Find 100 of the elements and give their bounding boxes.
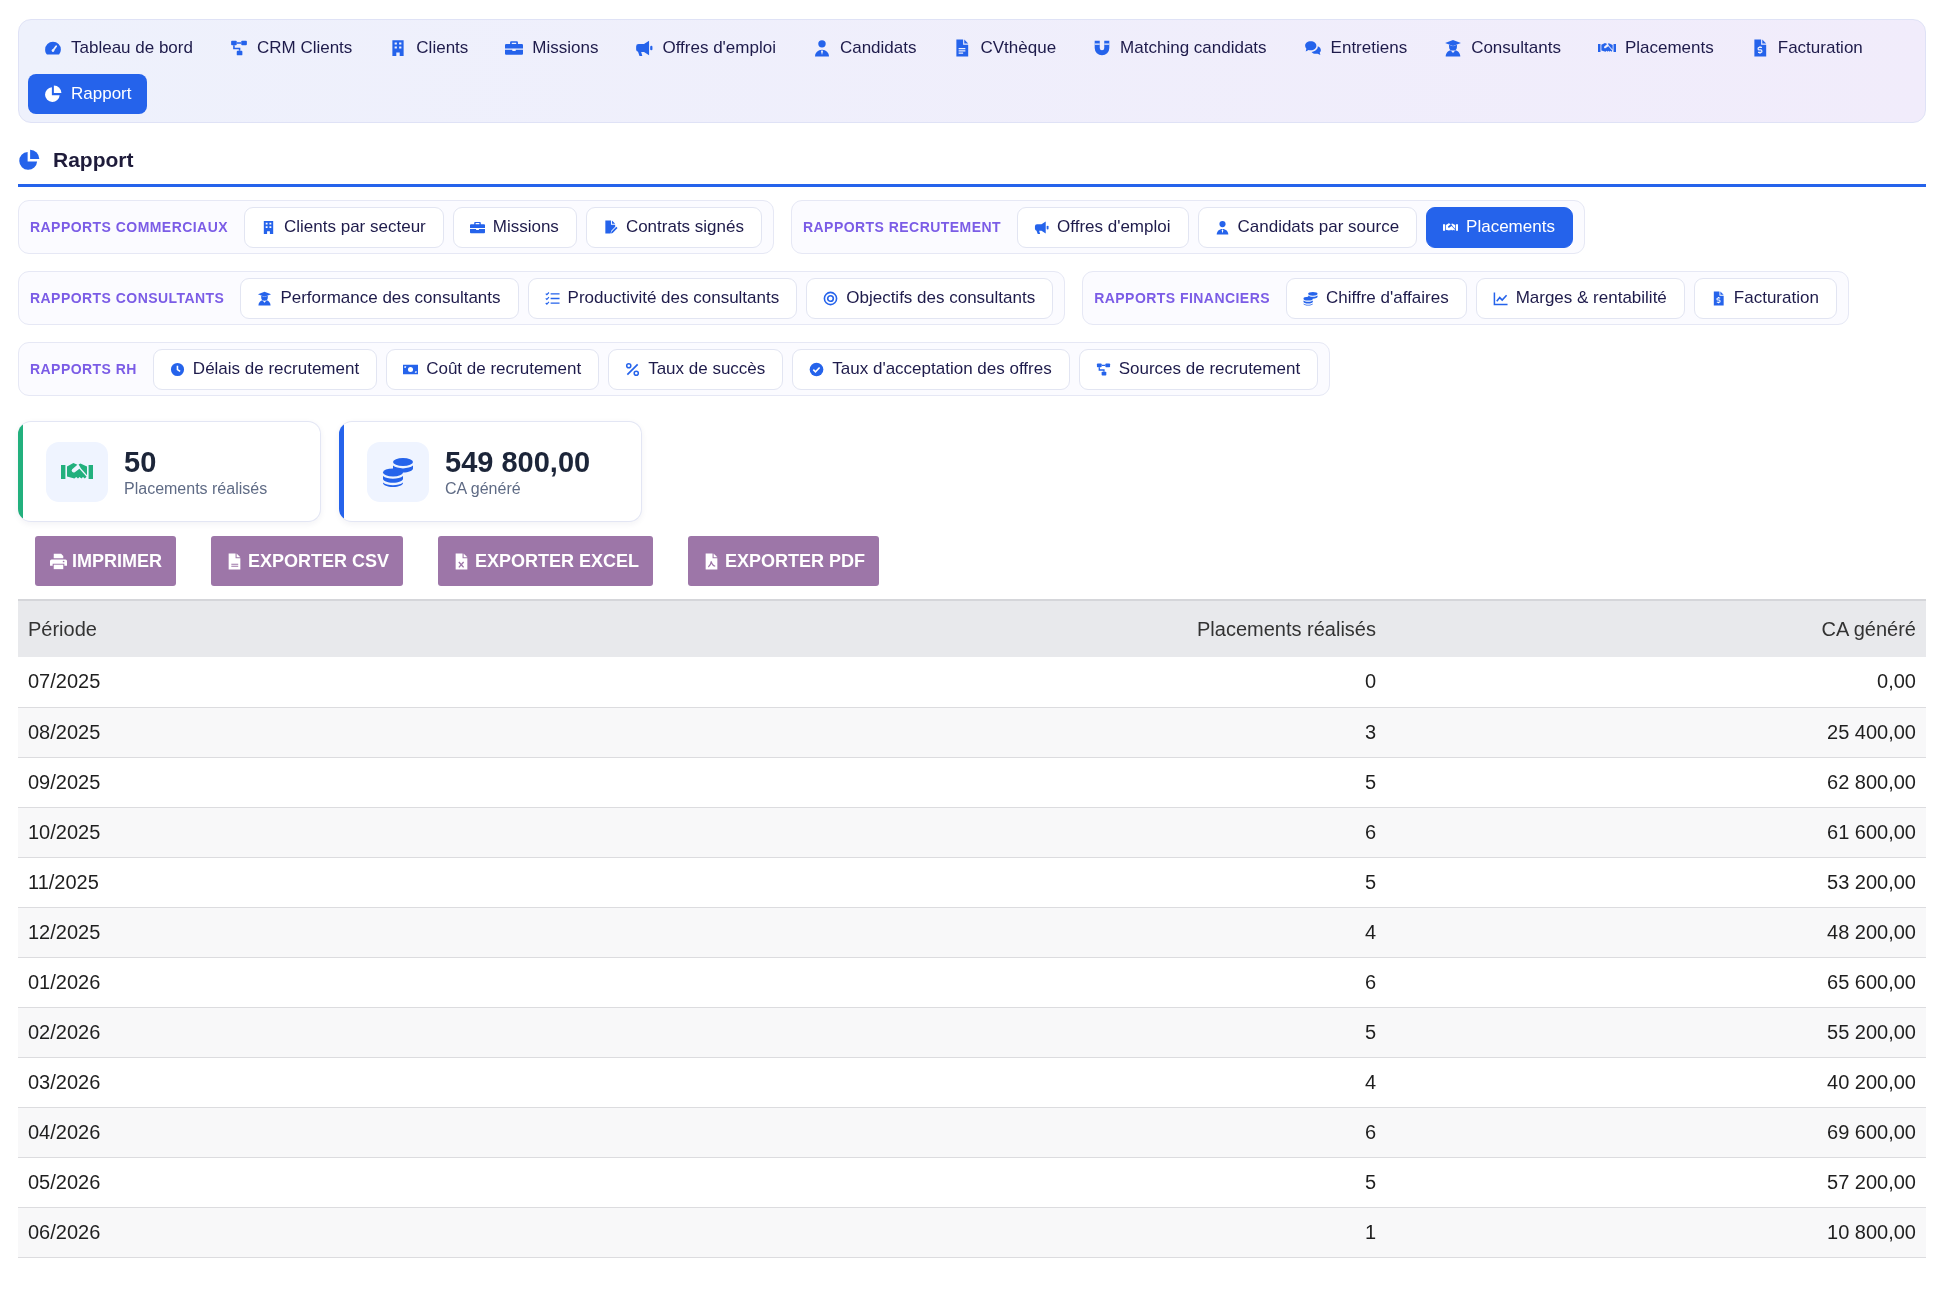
nav-link[interactable]: Offres d'emploi	[619, 28, 792, 68]
group-label: RAPPORTS RH	[30, 361, 137, 377]
nav-link[interactable]: CVthèque	[937, 28, 1073, 68]
handshake-icon	[46, 441, 108, 502]
table-cell: 05/2026	[18, 1157, 786, 1207]
report-button[interactable]: Sources de recrutement	[1078, 348, 1319, 390]
table-cell: 0	[786, 657, 1386, 707]
stat-label: CA généré	[445, 478, 522, 499]
report-button[interactable]: Facturation	[1693, 277, 1837, 319]
table-cell: 08/2025	[18, 707, 786, 757]
report-button[interactable]: Objectifs des consultants	[806, 277, 1054, 319]
report-button[interactable]: Contrats signés	[585, 206, 762, 248]
report-button[interactable]: Missions	[452, 206, 577, 248]
report-button[interactable]: Clients par secteur	[244, 206, 444, 248]
table-cell: 01/2026	[18, 957, 786, 1007]
export-csv-button[interactable]: EXPORTER CSV	[211, 536, 404, 586]
stat-value: 549 800,00	[445, 444, 591, 479]
nav-link[interactable]: Tableau de bord	[28, 28, 209, 68]
nav-link[interactable]: Consultants	[1428, 28, 1577, 68]
nav-link[interactable]: Missions	[489, 28, 615, 68]
page-title: Rapport	[53, 147, 134, 173]
report-button[interactable]: Taux de succès	[608, 348, 784, 390]
table-cell: 25 400,00	[1386, 707, 1926, 757]
nav-link[interactable]: Rapport	[28, 74, 148, 114]
export-pdf-button[interactable]: EXPORTER PDF	[688, 536, 880, 586]
table-cell: 6	[786, 957, 1386, 1007]
group-label: RAPPORTS FINANCIERS	[1094, 290, 1270, 306]
column-header: CA généré	[1386, 600, 1926, 657]
table-cell: 65 600,00	[1386, 957, 1926, 1007]
table-cell: 5	[786, 857, 1386, 907]
column-header: Placements réalisés	[786, 600, 1386, 657]
table-cell: 5	[786, 757, 1386, 807]
nav-link[interactable]: Candidats	[796, 28, 933, 68]
checklist-icon	[544, 290, 560, 306]
nav-link[interactable]: Entretiens	[1287, 28, 1424, 68]
building-icon	[261, 219, 276, 235]
check-circle-icon	[809, 361, 825, 377]
table-cell: 4	[786, 907, 1386, 957]
nav-link[interactable]: CRM Clients	[213, 28, 369, 68]
table-cell: 11/2025	[18, 857, 786, 907]
printer-icon	[50, 552, 67, 570]
briefcase-icon	[505, 39, 524, 57]
nav-link[interactable]: Placements	[1581, 28, 1730, 68]
nav-link[interactable]: Matching candidats	[1077, 28, 1283, 68]
table-cell: 48 200,00	[1386, 907, 1926, 957]
coins-icon	[1303, 290, 1318, 306]
table-cell: 04/2026	[18, 1107, 786, 1157]
org-chart-icon	[229, 39, 248, 57]
chat-bubbles-icon	[1303, 39, 1322, 57]
table-cell: 3	[786, 707, 1386, 757]
report-button[interactable]: Placements	[1426, 206, 1573, 248]
gauge-icon	[44, 39, 62, 57]
megaphone-icon	[1034, 219, 1049, 235]
report-button[interactable]: Productivité des consultants	[527, 277, 798, 319]
table-cell: 07/2025	[18, 657, 786, 707]
pie-chart-icon	[18, 149, 40, 171]
group-label: RAPPORTS COMMERCIAUX	[30, 219, 228, 235]
nav-link[interactable]: Clients	[373, 28, 485, 68]
org-chart-icon	[1095, 361, 1111, 377]
report-button[interactable]: Coût de recrutement	[386, 348, 600, 390]
table-cell: 69 600,00	[1386, 1107, 1926, 1157]
document-icon	[226, 552, 243, 570]
table-cell: 53 200,00	[1386, 857, 1926, 907]
coins-icon	[367, 441, 429, 502]
table-cell: 09/2025	[18, 757, 786, 807]
table-cell: 03/2026	[18, 1057, 786, 1107]
briefcase-icon	[469, 219, 485, 235]
report-button[interactable]: Chiffre d'affaires	[1286, 277, 1467, 319]
megaphone-icon	[635, 39, 654, 57]
report-button[interactable]: Délais de recrutement	[152, 348, 378, 390]
report-button[interactable]: Candidats par source	[1197, 206, 1418, 248]
nav-link[interactable]: Facturation	[1734, 28, 1879, 68]
target-icon	[823, 290, 839, 306]
user-icon	[1214, 219, 1230, 235]
stat-label: Placements réalisés	[124, 478, 268, 499]
table-cell: 4	[786, 1057, 1386, 1107]
user-icon	[812, 39, 831, 57]
line-chart-icon	[1492, 290, 1508, 306]
table-cell: 06/2026	[18, 1207, 786, 1257]
graduate-icon	[257, 290, 273, 306]
print-button[interactable]: IMPRIMER	[35, 536, 176, 586]
report-button[interactable]: Taux d'acceptation des offres	[792, 348, 1070, 390]
table-cell: 1	[786, 1207, 1386, 1257]
table-cell: 6	[786, 807, 1386, 857]
magnet-icon	[1093, 39, 1112, 57]
report-button[interactable]: Offres d'emploi	[1017, 206, 1189, 248]
table-cell: 55 200,00	[1386, 1007, 1926, 1057]
pie-chart-icon	[44, 85, 62, 103]
percent-icon	[625, 361, 641, 377]
table-cell: 10 800,00	[1386, 1207, 1926, 1257]
report-button[interactable]: Performance des consultants	[240, 277, 519, 319]
table-cell: 12/2025	[18, 907, 786, 957]
export-excel-button[interactable]: EXPORTER EXCEL	[438, 536, 654, 586]
group-label: RAPPORTS RECRUTEMENT	[803, 219, 1001, 235]
signed-document-icon	[602, 219, 618, 235]
report-button[interactable]: Marges & rentabilité	[1475, 277, 1685, 319]
graduate-icon	[1444, 39, 1463, 57]
stat-value: 50	[124, 444, 158, 479]
table-cell: 02/2026	[18, 1007, 786, 1057]
table-cell: 10/2025	[18, 807, 786, 857]
